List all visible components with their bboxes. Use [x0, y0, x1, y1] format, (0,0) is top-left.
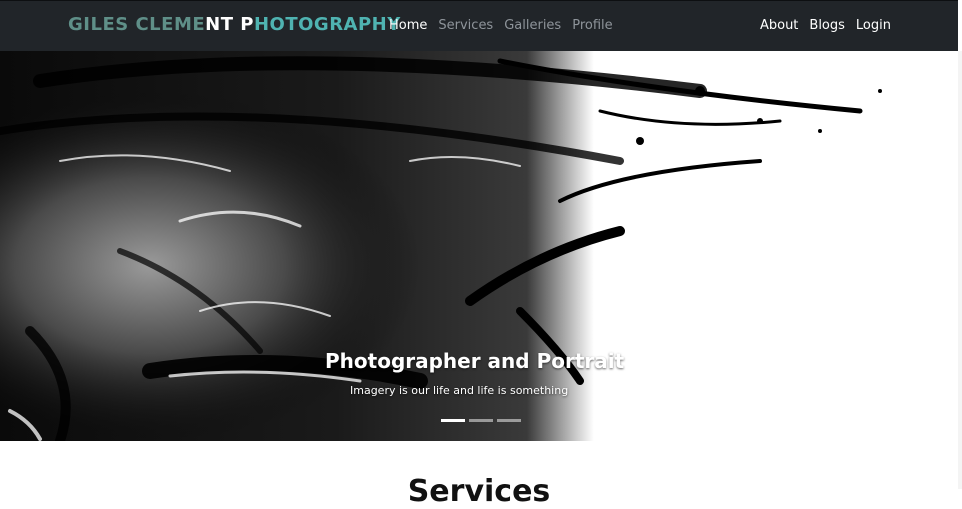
brand-logo[interactable]: GILES CLEMENT PHOTOGRAPHY: [68, 14, 401, 35]
nav-login[interactable]: Login: [856, 18, 891, 33]
nav-left: Home Services Galleries Profile: [389, 18, 613, 33]
navbar: GILES CLEMENT PHOTOGRAPHY Home Services …: [0, 0, 958, 52]
nav-right: About Blogs Login: [760, 18, 891, 33]
nav-home[interactable]: Home: [389, 18, 427, 33]
brand-text-1: GILES CLEME: [68, 14, 206, 35]
nav-galleries[interactable]: Galleries: [504, 18, 561, 33]
brand-text-2: NT P: [205, 14, 254, 35]
nav-about[interactable]: About: [760, 18, 798, 33]
page-scrollbar[interactable]: [958, 51, 962, 489]
carousel-indicator-2[interactable]: [469, 419, 493, 422]
caption-title: Photographer and Portrait: [325, 349, 625, 373]
carousel-caption: Photographer and Portrait Imagery is our…: [325, 349, 635, 397]
services-heading: Services: [407, 474, 551, 509]
carousel-indicators: [441, 419, 521, 422]
caption-subtitle: Imagery is our life and life is somethin…: [350, 384, 569, 397]
brand-text-3: HOTOGRAPHY: [253, 14, 401, 35]
hero-image: [0, 51, 958, 441]
nav-profile[interactable]: Profile: [572, 18, 612, 33]
nav-blogs[interactable]: Blogs: [809, 18, 845, 33]
hero-carousel: [0, 51, 958, 441]
nav-services[interactable]: Services: [438, 18, 493, 33]
carousel-indicator-3[interactable]: [497, 419, 521, 422]
carousel-indicator-1[interactable]: [441, 419, 465, 422]
